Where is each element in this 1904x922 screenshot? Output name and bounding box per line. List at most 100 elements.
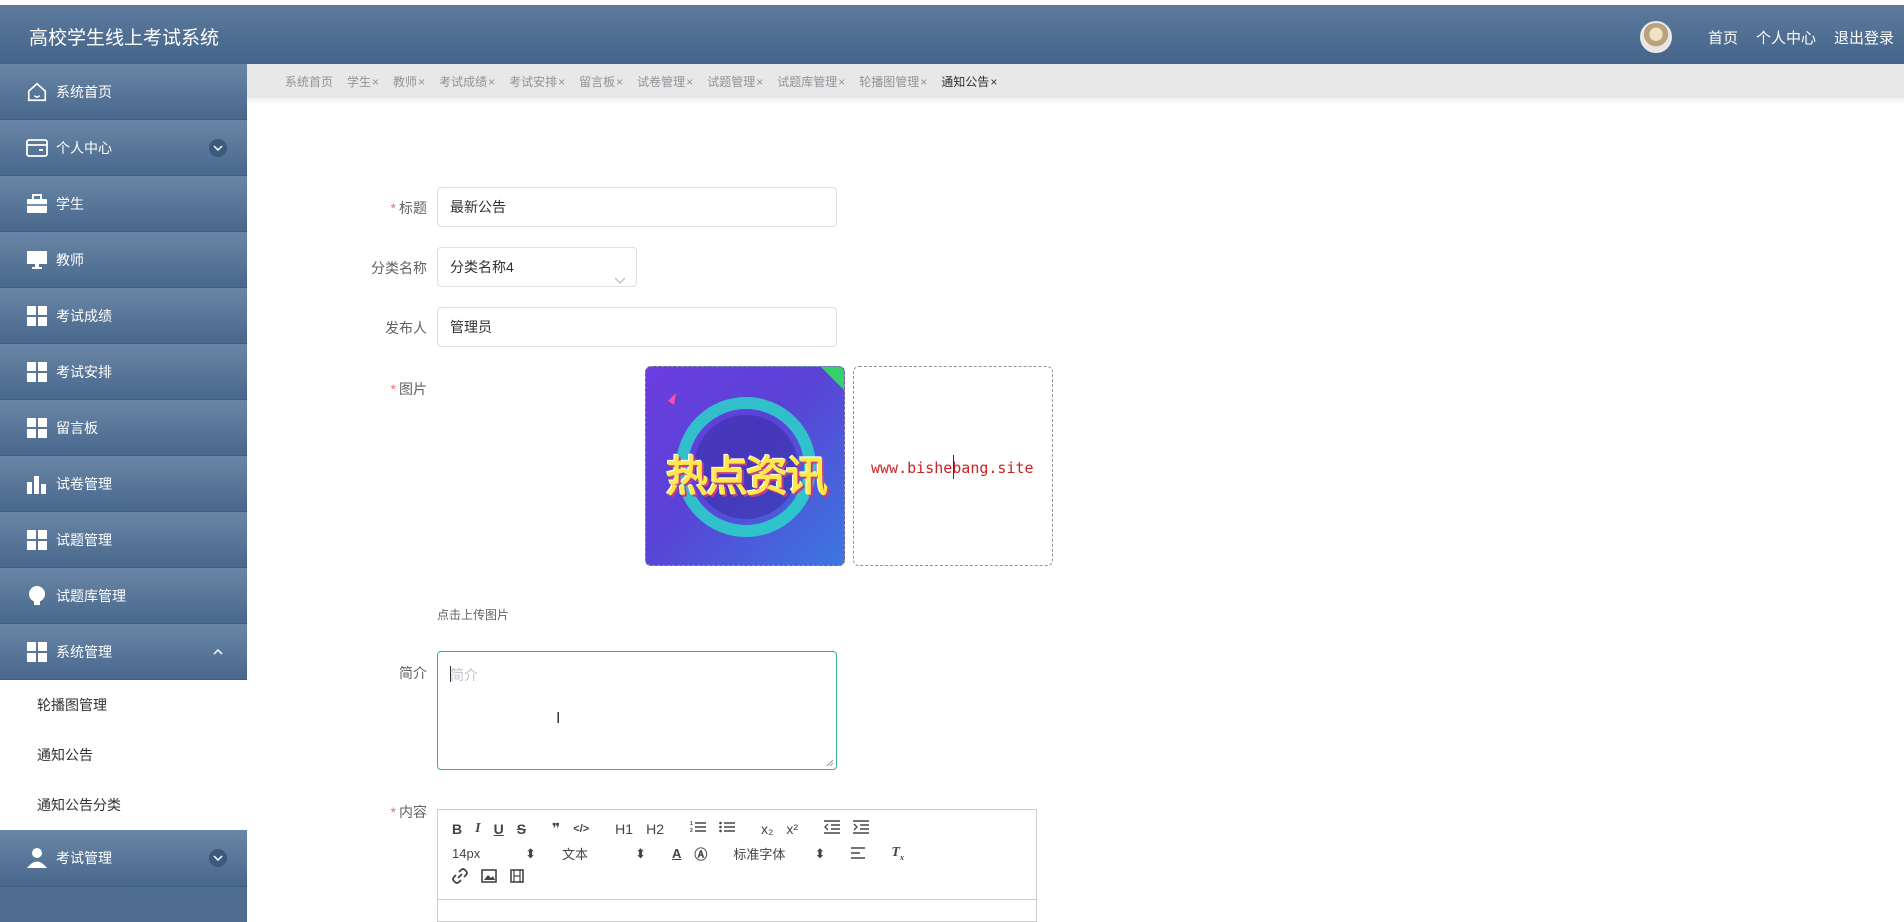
sidebar-item-teacher[interactable]: 教师 (0, 232, 247, 288)
sidebar-item-exam-schedule[interactable]: 考试安排 (0, 344, 247, 400)
editor-divider (438, 899, 1036, 900)
close-icon[interactable]: × (372, 75, 379, 89)
ordered-list-icon[interactable]: 12 (690, 820, 706, 837)
sidebar-item-label: 考试安排 (56, 363, 112, 380)
tab-student[interactable]: 学生× (347, 73, 379, 90)
rich-text-editor[interactable]: B I U S ❞ </> H1 H2 12 x₂ x² 14px ⬍ 文本 ⬍ A… (437, 809, 1037, 922)
sidebar-item-message-board[interactable]: 留言板 (0, 400, 247, 456)
bulb-icon (24, 583, 50, 609)
close-icon[interactable]: × (756, 75, 763, 89)
strike-button[interactable]: S (517, 821, 526, 837)
tab-exam-schedule[interactable]: 考试安排× (509, 73, 565, 90)
superscript-button[interactable]: x² (786, 821, 798, 837)
sidebar-item-label: 留言板 (56, 419, 98, 436)
select-arrows-icon: ⬍ (814, 845, 826, 861)
chevron-down-icon[interactable] (209, 139, 227, 157)
nav-home-link[interactable]: 首页 (1708, 27, 1738, 48)
grid-icon (24, 359, 50, 385)
close-icon[interactable]: × (686, 75, 693, 89)
grid-icon (24, 303, 50, 329)
close-icon[interactable]: × (488, 75, 495, 89)
grid-icon (24, 639, 50, 665)
sidebar-item-student[interactable]: 学生 (0, 176, 247, 232)
title-input[interactable]: 最新公告 (437, 187, 837, 227)
quote-button[interactable]: ❞ (552, 820, 560, 837)
resize-handle-icon[interactable] (826, 759, 834, 767)
close-icon[interactable]: × (920, 75, 927, 89)
tab-question-bank[interactable]: 试题库管理× (777, 73, 845, 90)
video-icon[interactable] (510, 869, 524, 886)
tab-exam-scores[interactable]: 考试成绩× (439, 73, 495, 90)
avatar[interactable] (1639, 21, 1672, 53)
system-submenu: 轮播图管理 通知公告 通知公告分类 (0, 680, 247, 830)
top-header: 高校学生线上考试系统 首页 个人中心 退出登录 (0, 5, 1904, 64)
submenu-item-notice-category[interactable]: 通知公告分类 (0, 780, 247, 830)
image-title-text: 热点资讯 (665, 453, 828, 500)
close-icon[interactable]: × (838, 75, 845, 89)
required-mark: * (390, 381, 396, 397)
bullet-list-icon[interactable] (719, 820, 735, 837)
code-button[interactable]: </> (573, 823, 589, 835)
tab-message-board[interactable]: 留言板× (579, 73, 623, 90)
sidebar-item-question-bank[interactable]: 试题库管理 (0, 568, 247, 624)
sidebar-item-label: 考试成绩 (56, 307, 112, 324)
sidebar-item-exam-scores[interactable]: 考试成绩 (0, 288, 247, 344)
tab-notice[interactable]: 通知公告× (941, 73, 997, 90)
bar-chart-icon (24, 471, 50, 497)
nav-profile-link[interactable]: 个人中心 (1756, 27, 1816, 48)
sidebar-item-question-management[interactable]: 试题管理 (0, 512, 247, 568)
close-icon[interactable]: × (990, 75, 997, 89)
publisher-input[interactable]: 管理员 (437, 307, 837, 347)
font-color-icon[interactable]: A (672, 846, 681, 861)
sidebar-item-home[interactable]: 系统首页 (0, 64, 247, 120)
upload-hint[interactable]: 点击上传图片 (437, 606, 509, 623)
close-icon[interactable]: × (558, 75, 565, 89)
intro-textarea[interactable]: 简介 I (437, 651, 837, 770)
app-title: 高校学生线上考试系统 (29, 28, 220, 49)
tab-home[interactable]: 系统首页 (285, 73, 333, 90)
sidebar-item-system-management[interactable]: 系统管理 (0, 624, 247, 680)
clear-format-icon[interactable]: Tx (891, 845, 904, 862)
nav-logout-link[interactable]: 退出登录 (1834, 27, 1894, 48)
close-icon[interactable]: × (616, 75, 623, 89)
tab-question-management[interactable]: 试题管理× (707, 73, 763, 90)
font-size-select[interactable]: 14px ⬍ (452, 846, 536, 862)
editor-toolbar-row-1: B I U S ❞ </> H1 H2 12 x₂ x² (452, 820, 882, 837)
background-color-icon[interactable]: Ⓐ (694, 844, 707, 863)
sidebar-item-paper-management[interactable]: 试卷管理 (0, 456, 247, 512)
image-upload-slot[interactable]: www.bishebang.site (853, 366, 1053, 566)
outdent-icon[interactable] (824, 820, 841, 837)
sidebar-item-profile[interactable]: 个人中心 (0, 120, 247, 176)
required-mark: * (390, 804, 396, 820)
align-icon[interactable] (851, 846, 866, 862)
sidebar-item-label: 教师 (56, 251, 84, 268)
select-arrows-icon: ⬍ (635, 845, 646, 861)
card-icon (24, 135, 50, 161)
italic-button[interactable]: I (475, 821, 480, 837)
close-icon[interactable]: × (418, 75, 425, 89)
tab-teacher[interactable]: 教师× (393, 73, 425, 90)
chevron-down-icon[interactable] (209, 849, 227, 867)
intro-label: 简介 (399, 665, 427, 681)
text-style-select[interactable]: 文本 ⬍ (562, 844, 646, 863)
underline-button[interactable]: U (494, 821, 504, 837)
category-select[interactable]: 分类名称4 (437, 247, 637, 287)
bold-button[interactable]: B (452, 821, 462, 837)
font-family-select[interactable]: 标准字体 ⬍ (733, 844, 825, 863)
sidebar-item-exam-management[interactable]: 考试管理 (0, 830, 247, 887)
link-icon[interactable] (452, 868, 468, 887)
uploaded-image-thumbnail[interactable]: 热点资讯 (645, 366, 845, 566)
submenu-item-notice[interactable]: 通知公告 (0, 730, 247, 780)
sidebar-item-label: 系统首页 (56, 83, 112, 100)
subscript-button[interactable]: x₂ (761, 821, 773, 837)
image-icon[interactable] (481, 869, 497, 886)
indent-icon[interactable] (853, 820, 870, 837)
tab-paper-management[interactable]: 试卷管理× (637, 73, 693, 90)
tab-carousel[interactable]: 轮播图管理× (859, 73, 927, 90)
chevron-up-icon[interactable] (209, 643, 227, 661)
h1-button[interactable]: H1 (615, 821, 633, 837)
required-mark: * (390, 200, 396, 216)
h2-button[interactable]: H2 (646, 821, 664, 837)
sidebar-item-label: 系统管理 (56, 643, 112, 660)
submenu-item-carousel[interactable]: 轮播图管理 (0, 680, 247, 730)
